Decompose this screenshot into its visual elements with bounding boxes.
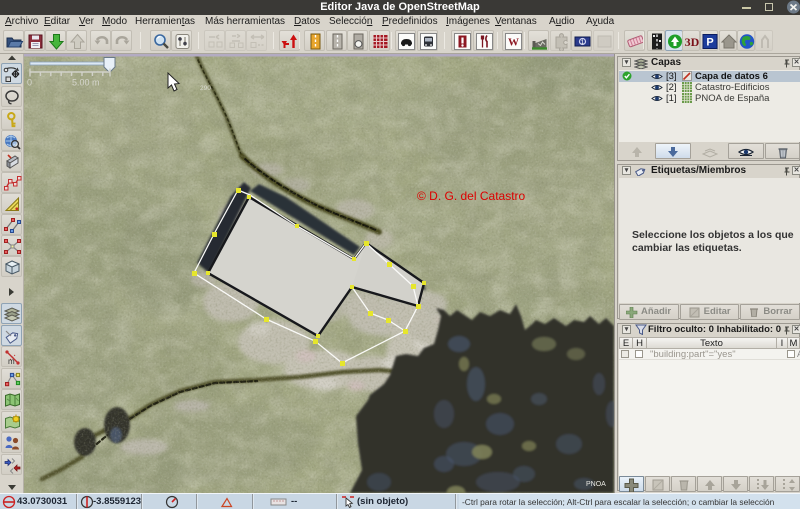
- svg-text:1: 1: [581, 39, 585, 46]
- svg-text:0: 0: [27, 78, 32, 88]
- svg-text:290: 290: [200, 85, 211, 92]
- svg-text:m: m: [8, 357, 15, 366]
- svg-text:5.00 m: 5.00 m: [72, 78, 100, 88]
- svg-text:© D. G. del Catastro: © D. G. del Catastro: [417, 189, 526, 203]
- svg-text:P: P: [706, 37, 713, 49]
- svg-text:3D: 3D: [685, 35, 700, 49]
- svg-text:W: W: [508, 37, 519, 49]
- svg-text:PNOA: PNOA: [586, 481, 606, 488]
